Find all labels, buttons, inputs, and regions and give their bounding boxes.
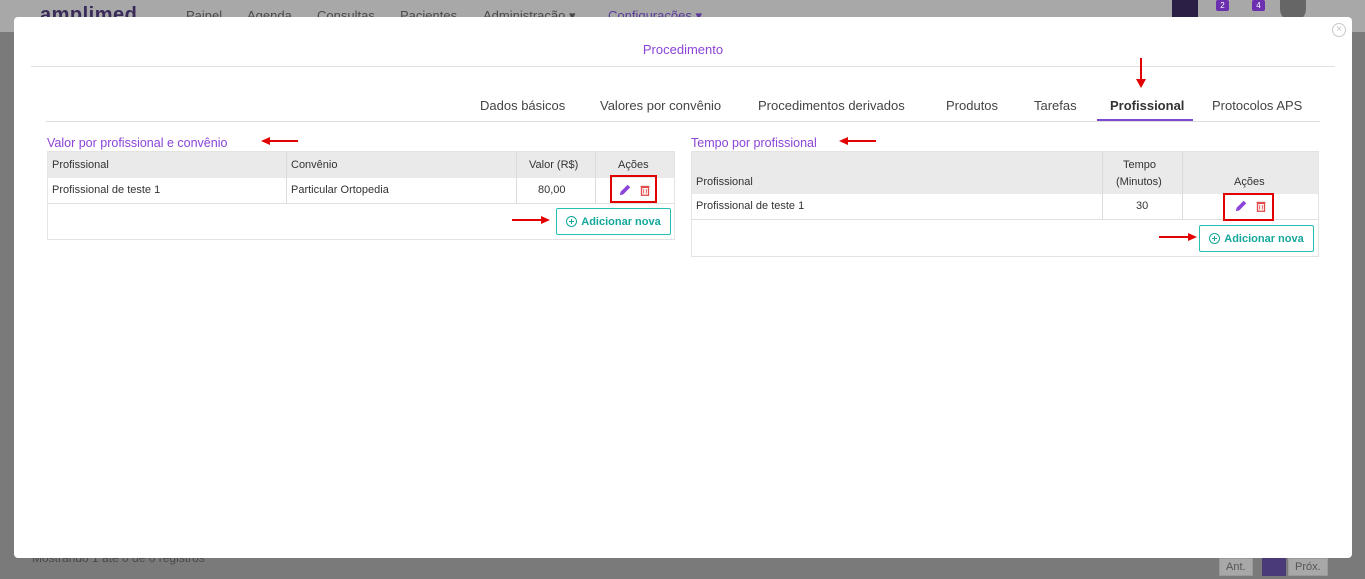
tempo-table-header (692, 152, 1318, 194)
bg-badge-notifications: 4 (1252, 0, 1265, 11)
col-header-acoes: Ações (618, 159, 649, 171)
procedimento-modal: × Procedimento Dados básicos Valores por… (14, 17, 1352, 558)
col-header-acoes: Ações (1234, 176, 1265, 188)
row-convenio: Particular Ortopedia (291, 184, 389, 196)
modal-title: Procedimento (642, 42, 724, 57)
tab-tarefas[interactable]: Tarefas (1034, 98, 1077, 113)
col-header-tempo-line1: Tempo (1123, 159, 1157, 171)
close-icon[interactable]: × (1332, 23, 1346, 37)
tab-produtos[interactable]: Produtos (946, 98, 998, 113)
annotation-arrow-left (839, 137, 876, 145)
valor-table-header (48, 152, 674, 178)
col-header-profissional: Profissional (52, 159, 109, 171)
tab-dados-basicos[interactable]: Dados básicos (480, 98, 565, 113)
col-header-valor: Valor (R$) (529, 159, 579, 171)
tab-profissional[interactable]: Profissional (1110, 98, 1184, 113)
add-valor-label: Adicionar nova (581, 215, 661, 228)
bg-badge-messages: 2 (1216, 0, 1229, 11)
col-header-profissional: Profissional (696, 176, 753, 188)
bg-app-icon (1172, 0, 1198, 18)
plus-circle-icon (566, 216, 578, 227)
bg-pager-prev: Ant. (1219, 558, 1253, 576)
col-divider (516, 152, 517, 203)
col-header-tempo-line2: (Minutos) (1116, 176, 1162, 188)
add-valor-button[interactable]: Adicionar nova (556, 208, 671, 235)
valor-table-panel: Profissional Convênio Valor (R$) Ações P… (47, 151, 675, 240)
add-tempo-label: Adicionar nova (1224, 232, 1304, 245)
col-divider (595, 152, 596, 203)
row-valor: 80,00 (538, 184, 566, 196)
section-title-valor: Valor por profissional e convênio (47, 136, 228, 150)
tab-protocolos-aps[interactable]: Protocolos APS (1212, 98, 1302, 113)
tab-bar: Dados básicos Valores por convênio Proce… (46, 87, 1320, 122)
active-tab-indicator (1097, 119, 1193, 121)
plus-circle-icon (1209, 233, 1221, 244)
row-tempo: 30 (1136, 200, 1149, 212)
col-divider (1102, 152, 1103, 219)
bg-pager-current (1262, 558, 1286, 576)
annotation-arrow-left (261, 137, 298, 145)
tab-procedimentos-derivados[interactable]: Procedimentos derivados (758, 98, 905, 113)
col-divider (286, 152, 287, 203)
row-profissional: Profissional de teste 1 (52, 184, 161, 196)
bg-pager-next: Próx. (1288, 558, 1328, 576)
row-divider (48, 203, 674, 204)
col-header-convenio: Convênio (291, 159, 338, 171)
tempo-table-panel: Profissional Tempo (Minutos) Ações Profi… (691, 151, 1319, 257)
section-title-tempo: Tempo por profissional (691, 136, 817, 150)
tab-valores-por-convenio[interactable]: Valores por convênio (600, 98, 721, 113)
annotation-highlight-box (610, 175, 657, 203)
annotation-arrow-down (1136, 58, 1146, 88)
col-divider (1182, 152, 1183, 219)
annotation-arrow-right (512, 216, 550, 224)
annotation-highlight-box (1223, 193, 1274, 221)
annotation-arrow-right (1159, 233, 1197, 241)
row-profissional: Profissional de teste 1 (696, 200, 805, 212)
add-tempo-button[interactable]: Adicionar nova (1199, 225, 1314, 252)
